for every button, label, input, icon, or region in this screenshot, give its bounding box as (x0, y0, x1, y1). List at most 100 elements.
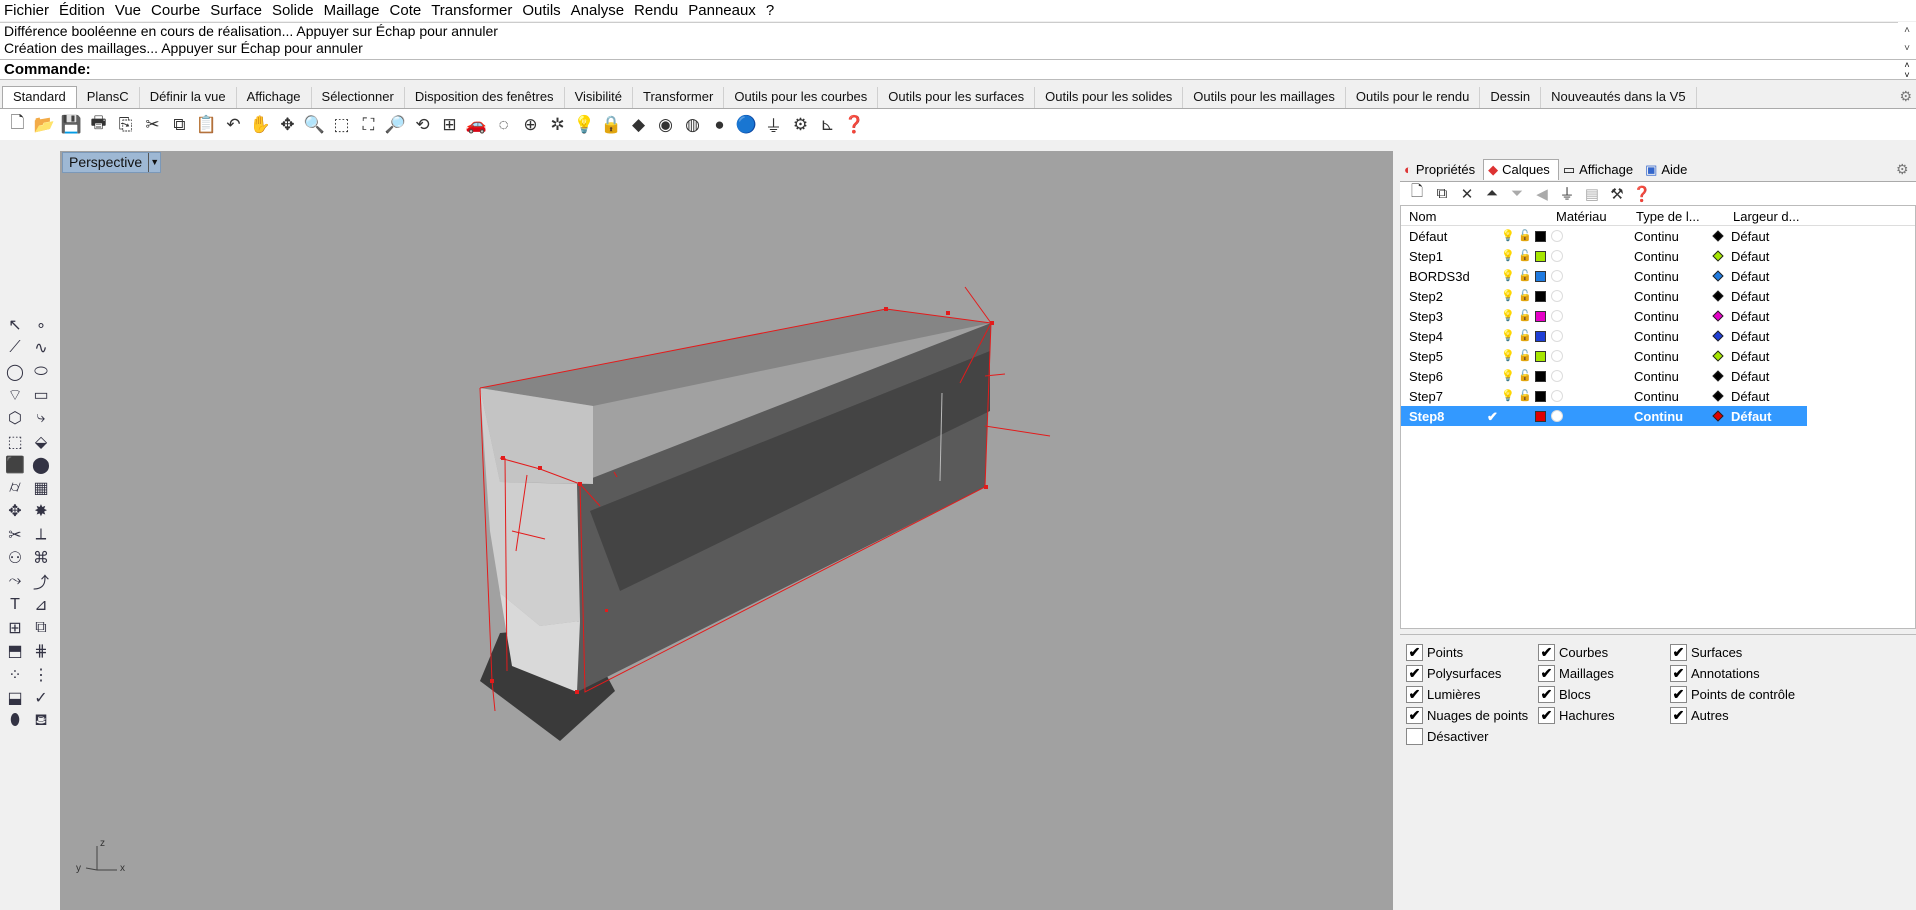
col-width[interactable]: Largeur d... (1733, 209, 1800, 224)
zoom-window-icon[interactable]: ⬚ (330, 113, 353, 136)
mesh-icon[interactable]: ▦ (29, 476, 53, 500)
ellipse-icon[interactable]: ⬭ (29, 360, 53, 384)
menu-item[interactable]: Analyse (567, 0, 630, 21)
menu-item[interactable]: Maillage (320, 0, 386, 21)
layer-row[interactable]: Step5 💡 🔓 Continu Défaut (1401, 346, 1807, 366)
point-icon[interactable]: ∘ (29, 313, 53, 337)
menu-item[interactable]: Outils (518, 0, 566, 21)
col-linetype[interactable]: Type de l... (1636, 209, 1700, 224)
circle-icon[interactable]: ◯ (3, 360, 27, 384)
tabs-gear-icon[interactable]: ⚙ (1899, 88, 1912, 105)
zoom-selected-icon[interactable]: 🔎 (384, 113, 407, 136)
explode-icon[interactable]: ✸ (29, 499, 53, 523)
toolbar-tab[interactable]: Transformer (633, 87, 725, 108)
layer-print-width[interactable]: Défaut (1731, 409, 1771, 424)
unlock-icon[interactable]: 🔓 (1518, 269, 1532, 282)
join-icon[interactable]: ⧉ (29, 616, 53, 640)
car-icon[interactable]: 🚗 (465, 113, 488, 136)
layout-icon[interactable]: ⋮ (29, 663, 53, 687)
bulb-on-icon[interactable]: 💡 (1501, 329, 1515, 342)
filter-checkbox[interactable]: ✔ Surfaces (1670, 644, 1742, 661)
menu-item[interactable]: Vue (111, 0, 147, 21)
shaded-sphere-icon[interactable]: ● (708, 113, 731, 136)
layer-color-swatch[interactable] (1535, 271, 1546, 282)
layer-print-width[interactable]: Défaut (1731, 249, 1769, 264)
command-scrollbar[interactable]: ˄ ˅ (1898, 59, 1916, 80)
layer-color-swatch[interactable] (1535, 371, 1546, 382)
bulb-on-icon[interactable]: 💡 (1501, 229, 1515, 242)
rendered-sphere-icon[interactable]: 🔵 (735, 113, 758, 136)
move-parent-icon[interactable]: ◀ (1531, 183, 1553, 205)
checkmark-icon[interactable]: ✔ (1406, 644, 1423, 661)
unlock-icon[interactable]: 🔓 (1518, 349, 1532, 362)
layer-linetype[interactable]: Continu (1634, 389, 1679, 404)
box-icon[interactable]: ⬛ (3, 453, 27, 477)
bulb-on-icon[interactable]: 💡 (1501, 369, 1515, 382)
fillet-icon[interactable]: ⤷ (29, 406, 53, 430)
bulb-icon[interactable]: 💡 (573, 113, 596, 136)
options-gear-icon[interactable]: ⚙ (789, 113, 812, 136)
unchecked-box[interactable] (1406, 728, 1423, 745)
layer-linetype[interactable]: Continu (1634, 249, 1679, 264)
unlock-icon[interactable]: 🔓 (1518, 229, 1532, 242)
tab-aide[interactable]: ▣ Aide (1641, 159, 1695, 180)
print-icon[interactable]: 🖶 (87, 113, 110, 136)
arc-icon[interactable]: ⌔ (3, 383, 27, 407)
layer-linetype[interactable]: Continu (1634, 349, 1679, 364)
unlock-icon[interactable]: 🔓 (1518, 289, 1532, 302)
layer-row[interactable]: Step7 💡 🔓 Continu Défaut (1401, 386, 1807, 406)
menu-item[interactable]: Surface (206, 0, 268, 21)
filter-icon[interactable]: ⏚ (1556, 183, 1578, 205)
toolbar-tab[interactable]: Nouveautés dans la V5 (1541, 87, 1697, 108)
layer-icon[interactable]: ◆ (627, 113, 650, 136)
checkmark-icon[interactable]: ✔ (1538, 665, 1555, 682)
toolbar-tab[interactable]: Définir la vue (140, 87, 237, 108)
toolbar-tab[interactable]: Standard (2, 86, 77, 108)
menu-item[interactable]: Fichier (0, 0, 55, 21)
pan-hand-icon[interactable]: ✋ (249, 113, 272, 136)
new-sublayer-icon[interactable]: ⧉ (1431, 183, 1453, 205)
bulb-on-icon[interactable]: 💡 (1501, 349, 1515, 362)
layer-color-swatch[interactable] (1535, 351, 1546, 362)
toolbar-tab[interactable]: Dessin (1480, 87, 1542, 108)
scroll-up-icon[interactable]: ˄ (1898, 22, 1916, 40)
menu-item[interactable]: Transformer (427, 0, 518, 21)
layer-linetype[interactable]: Continu (1634, 289, 1679, 304)
filter-checkbox[interactable]: ✔ Polysurfaces (1406, 665, 1501, 682)
panel-gear-icon[interactable]: ⚙ (1896, 161, 1909, 178)
layer-print-width[interactable]: Défaut (1731, 329, 1769, 344)
wireframe-sphere-icon[interactable]: ◍ (681, 113, 704, 136)
menu-item[interactable]: Rendu (630, 0, 684, 21)
filter-checkbox[interactable]: ✔ Hachures (1538, 707, 1615, 724)
layer-color-swatch[interactable] (1535, 311, 1546, 322)
material-circle[interactable] (1551, 330, 1563, 342)
checkmark-icon[interactable]: ✔ (1406, 665, 1423, 682)
filter-checkbox[interactable]: Désactiver (1406, 728, 1488, 745)
layer-print-width[interactable]: Défaut (1731, 369, 1769, 384)
rectangle-icon[interactable]: ▭ (29, 383, 53, 407)
material-circle[interactable] (1551, 370, 1563, 382)
lock-icon[interactable]: 🔒 (600, 113, 623, 136)
unlock-icon[interactable]: 🔓 (1518, 369, 1532, 382)
boolean-icon[interactable]: ⬤ (29, 453, 53, 477)
layer-linetype[interactable]: Continu (1634, 409, 1683, 424)
help-icon[interactable]: ❓ (843, 113, 866, 136)
cylinder-icon[interactable]: ⌭ (3, 476, 27, 500)
trim-icon[interactable]: ✂ (3, 523, 27, 547)
layer-print-width[interactable]: Défaut (1731, 309, 1769, 324)
lights-icon[interactable]: ✲ (546, 113, 569, 136)
dim-icon[interactable]: ⊿ (29, 593, 53, 617)
hide-icon[interactable]: ◌ (492, 113, 515, 136)
checkmark-icon[interactable]: ✔ (1538, 686, 1555, 703)
unlock-icon[interactable]: 🔓 (1518, 389, 1532, 402)
checkmark-icon[interactable]: ✔ (1670, 707, 1687, 724)
toolbar-tab[interactable]: Disposition des fenêtres (405, 87, 565, 108)
layer-linetype[interactable]: Continu (1634, 309, 1679, 324)
layer-color-swatch[interactable] (1535, 291, 1546, 302)
perspective-viewport[interactable] (60, 151, 1393, 910)
zoom-icon[interactable]: 🔍 (303, 113, 326, 136)
paint-icon[interactable]: ⛾ (29, 709, 53, 733)
material-circle[interactable] (1551, 410, 1563, 422)
dimension-icon[interactable]: ⊾ (816, 113, 839, 136)
zoom-extents-icon[interactable]: ⛶ (357, 113, 380, 136)
